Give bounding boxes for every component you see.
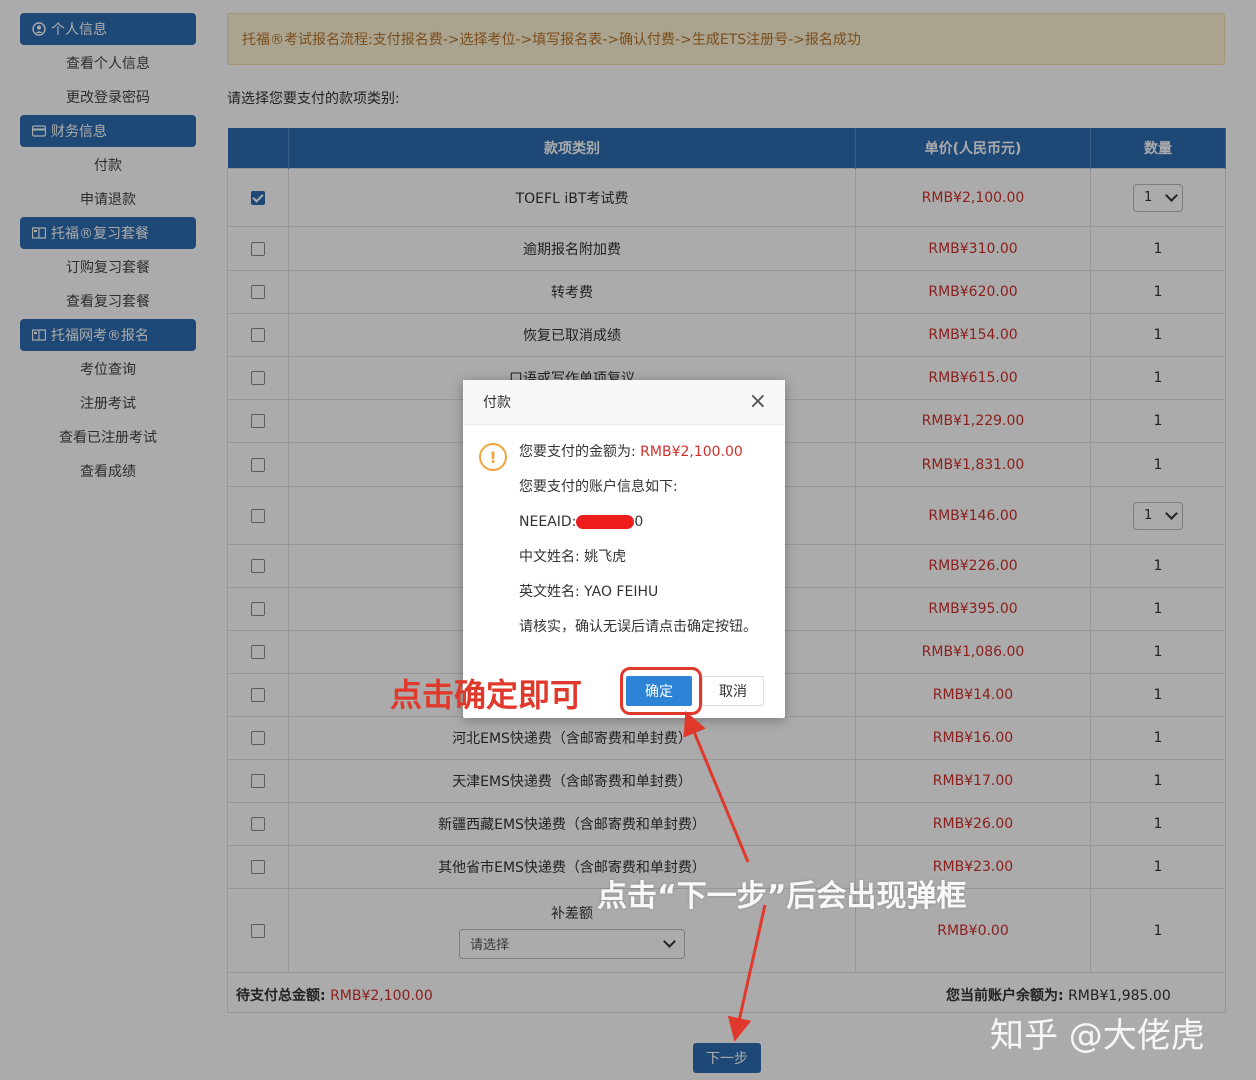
- arrow-to-next: [727, 904, 767, 1042]
- arrow-to-confirm: [683, 710, 750, 863]
- annotation-arrows: [683, 710, 767, 1042]
- zhihu-watermark: 知乎 @大佬虎: [990, 1016, 1205, 1056]
